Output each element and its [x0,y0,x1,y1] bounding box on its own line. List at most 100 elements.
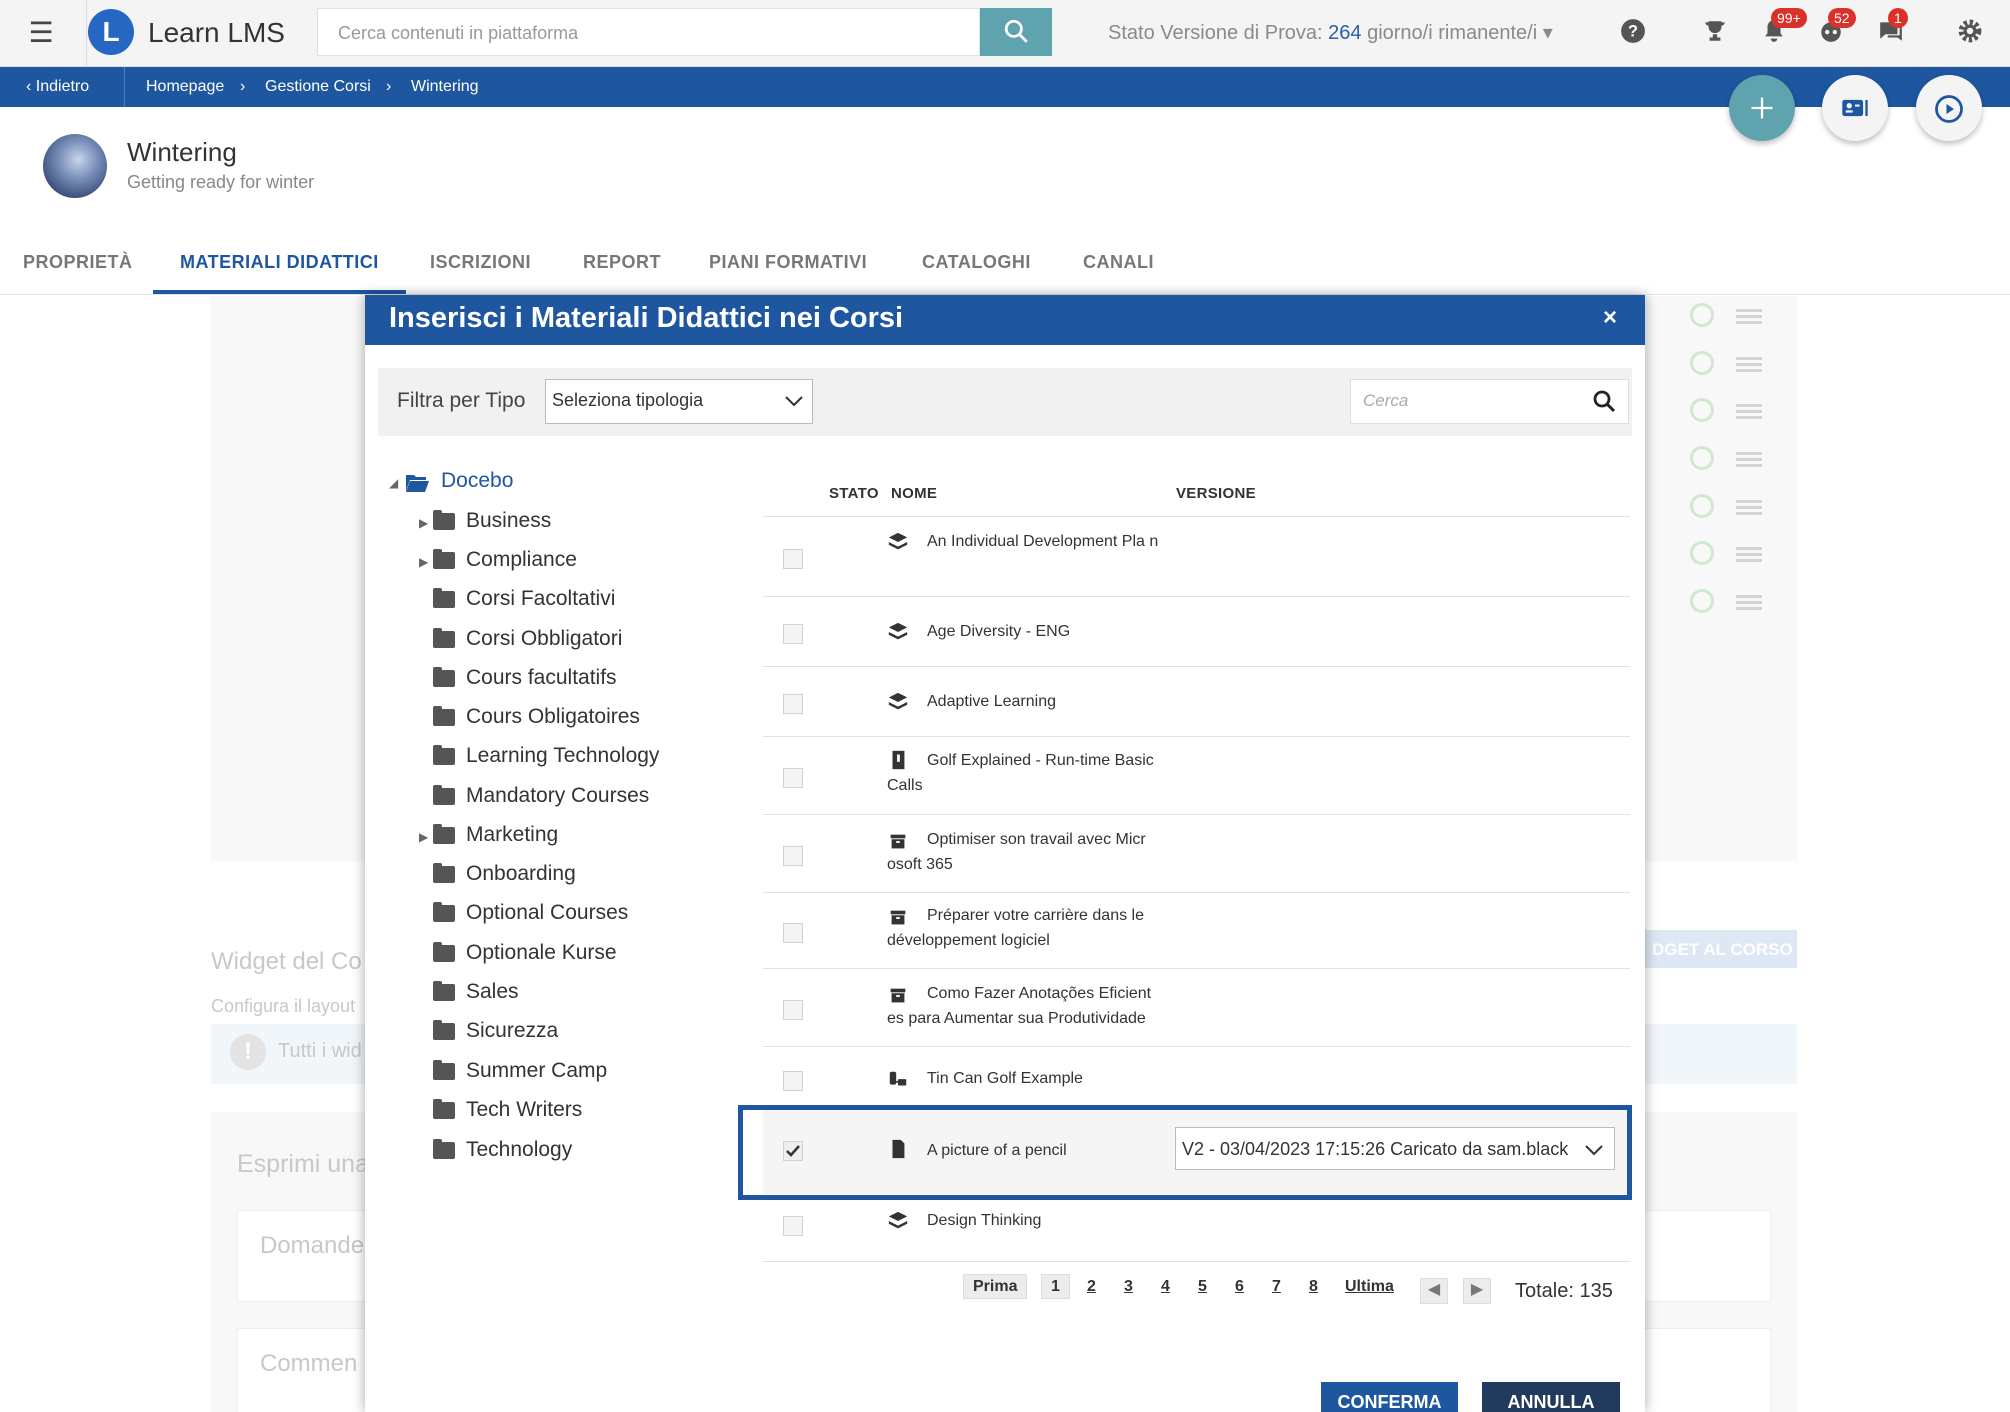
total-count: 135 [1579,1280,1613,1302]
tab-learning-materials[interactable]: MATERIALI DIDATTICI [153,252,406,294]
notification-bell-icon[interactable]: 99+ [1759,8,1807,48]
search-input[interactable]: Cerca contenuti in piattaforma [317,8,980,56]
table-row[interactable]: Optimiser son travail avec Micr osoft 36… [763,815,1630,893]
confirm-button[interactable]: CONFERMA [1321,1382,1458,1412]
trophy-icon[interactable] [1700,18,1730,48]
table-row[interactable]: Tin Can Golf Example [763,1047,1630,1109]
pagination-page-5[interactable]: 5 [1198,1278,1207,1296]
table-row[interactable]: Age Diversity - ENG [763,597,1630,667]
row-checkbox[interactable] [783,694,803,714]
collapse-arrow-icon[interactable]: ◢ [389,476,398,490]
table-row[interactable]: Golf Explained - Run-time Basic Calls [763,737,1630,815]
trial-days: 264 [1328,22,1362,44]
list-item-actions [1690,351,1780,375]
row-name: Adaptive Learning [927,693,1056,710]
table-row[interactable]: Como Fazer Anotações Eficient es para Au… [763,969,1630,1047]
row-checkbox[interactable] [783,1000,803,1020]
app-logo[interactable]: L [88,9,134,55]
check-circle-icon [1690,398,1714,422]
row-checkbox[interactable] [783,1071,803,1091]
check-circle-icon [1690,446,1714,470]
modal-header: Inserisci i Materiali Didattici nei Cors… [365,295,1645,345]
expand-arrow-icon[interactable]: ▶ [419,830,428,844]
info-icon: ! [230,1034,266,1070]
breadcrumb: ‹ Indietro Homepage › Gestione Corsi › W… [0,67,2010,107]
course-subtitle: Getting ready for winter [127,172,315,192]
menu-icon[interactable]: ☰ [26,19,56,47]
help-icon[interactable]: ? [1618,18,1648,48]
tab-learning-plans[interactable]: PIANI FORMATIVI [709,252,867,294]
pagination-page-1[interactable]: 1 [1041,1274,1070,1299]
close-icon[interactable]: × [1603,304,1617,332]
row-checkbox[interactable] [783,1216,803,1236]
course-card-button[interactable] [1822,75,1888,141]
check-circle-icon [1690,589,1714,613]
play-course-button[interactable] [1916,75,1982,141]
folder-icon [433,863,455,883]
widget-section-desc: Configura il layout [211,996,356,1016]
row-checkbox[interactable] [783,923,803,943]
course-title: Wintering [127,137,237,167]
search-icon[interactable] [1592,389,1616,413]
tab-channels[interactable]: CANALI [1083,252,1154,294]
chevron-down-icon [785,396,803,407]
pagination-page-6[interactable]: 6 [1235,1278,1244,1296]
gear-icon[interactable] [1955,18,1985,48]
row-checkbox[interactable] [783,768,803,788]
row-name: Golf Explained - Run-time Basic Calls [887,752,1154,794]
folder-icon [433,667,455,687]
folder-icon [433,902,455,922]
cancel-button[interactable]: ANNULLA [1482,1382,1620,1412]
row-checkbox[interactable] [783,624,803,644]
play-icon [1935,95,1963,123]
table-row[interactable]: An Individual Development Pla n [763,517,1630,597]
pagination-page-2[interactable]: 2 [1087,1278,1096,1296]
pagination-page-8[interactable]: 8 [1309,1278,1318,1296]
folder-icon [433,1060,455,1080]
pagination-page-4[interactable]: 4 [1161,1278,1170,1296]
row-checkbox[interactable] [783,549,803,569]
list-item-actions [1690,541,1780,565]
folder-icon [433,1020,455,1040]
messages-icon[interactable]: 52 [1816,8,1856,48]
add-button[interactable] [1729,75,1795,141]
materials-search-input[interactable]: Cerca [1350,379,1629,424]
column-header-name[interactable]: NOME [891,485,937,502]
pagination-last[interactable]: Ultima [1345,1278,1394,1296]
back-link[interactable]: ‹ Indietro [26,78,89,96]
add-widget-button[interactable]: DGET AL CORSO [1640,930,1797,968]
table-row[interactable]: Design Thinking [763,1200,1630,1262]
breadcrumb-homepage[interactable]: Homepage [146,78,224,96]
tab-catalogs[interactable]: CATALOGHI [922,252,1031,294]
pagination-page-3[interactable]: 3 [1124,1278,1133,1296]
table-row[interactable]: Adaptive Learning [763,667,1630,737]
menu-icon [1736,404,1762,407]
pagination-first[interactable]: Prima [963,1274,1028,1299]
widget-express-title: Esprimi una [237,1150,369,1178]
version-select[interactable]: V2 - 03/04/2023 17:15:26 Caricato da sam… [1175,1127,1615,1170]
pagination-prev[interactable]: ◀ [1420,1278,1448,1304]
folder-icon [433,628,455,648]
expand-arrow-icon[interactable]: ▶ [419,516,428,530]
tab-reports[interactable]: REPORT [583,252,661,294]
chevron-down-icon: ▾ [1542,22,1553,44]
row-checkbox[interactable] [783,846,803,866]
expand-arrow-icon[interactable]: ▶ [419,555,428,569]
list-item-actions [1690,398,1780,422]
column-header-status: STATO [829,485,879,502]
row-checkbox-checked[interactable] [783,1141,803,1161]
trial-status[interactable]: Stato Versione di Prova: 264 giorno/i ri… [1108,20,1553,45]
row-name: Design Thinking [927,1212,1042,1229]
folder-icon [433,1099,455,1119]
tab-enrollments[interactable]: ISCRIZIONI [430,252,531,294]
pagination-next[interactable]: ▶ [1463,1278,1491,1304]
chat-icon[interactable]: 1 [1876,8,1908,48]
table-row[interactable]: Préparer votre carrière dans le développ… [763,893,1630,969]
type-filter-select[interactable]: Seleziona tipologia [545,379,813,424]
search-button[interactable] [980,8,1052,56]
tab-properties[interactable]: PROPRIETÀ [23,252,133,294]
breadcrumb-course-management[interactable]: Gestione Corsi [265,78,371,96]
check-circle-icon [1690,541,1714,565]
pagination-page-7[interactable]: 7 [1272,1278,1281,1296]
messages-badge: 52 [1828,8,1856,28]
